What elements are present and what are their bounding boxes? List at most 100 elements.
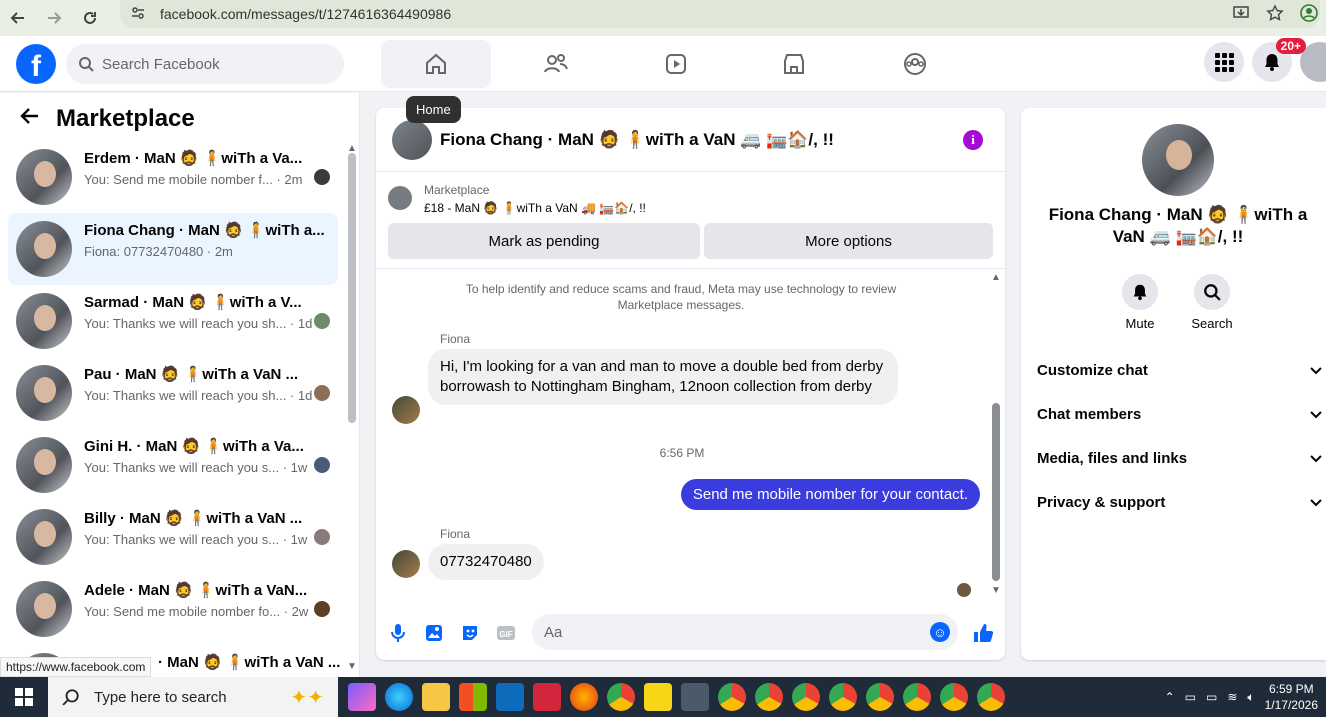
more-options-button[interactable]: More options — [704, 223, 993, 259]
chrome-icon[interactable] — [903, 683, 931, 711]
chat-panel: Fiona Chang · MaN 🧔 🧍wiTh a VaN 🚐 🏣🏠/, !… — [376, 108, 1005, 660]
chrome-icon[interactable] — [940, 683, 968, 711]
address-bar[interactable]: facebook.com/messages/t/1274616364490986 — [120, 0, 1320, 28]
chrome-icon[interactable] — [718, 683, 746, 711]
emoji-icon[interactable]: ☺ — [930, 622, 950, 642]
avatar[interactable] — [1142, 124, 1214, 196]
avatar[interactable] — [392, 120, 432, 160]
chrome-icon[interactable] — [607, 683, 635, 711]
incoming-message[interactable]: Hi, I'm looking for a van and man to mov… — [428, 349, 898, 405]
list-item[interactable]: Pau · MaN 🧔 🧍wiTh a VaN ... You: Thanks … — [8, 357, 338, 429]
meet-now-icon[interactable]: ▭ — [1185, 690, 1196, 704]
app-icon[interactable] — [533, 683, 561, 711]
edge-icon[interactable] — [385, 683, 413, 711]
chevron-down-icon — [1310, 455, 1322, 463]
wifi-icon[interactable]: ≋ — [1227, 690, 1237, 704]
video-icon — [666, 54, 686, 74]
site-info-icon[interactable] — [130, 5, 146, 24]
scroll-down-icon[interactable]: ▼ — [347, 661, 357, 672]
privacy-support-section[interactable]: Privacy & support — [1037, 480, 1323, 524]
chrome-icon[interactable] — [829, 683, 857, 711]
avatar — [16, 365, 72, 421]
avatar — [16, 149, 72, 205]
incoming-message[interactable]: 07732470480 — [428, 544, 544, 580]
mute-button[interactable]: Mute — [1110, 274, 1170, 331]
profile-icon[interactable] — [1300, 3, 1318, 25]
seen-avatar — [314, 601, 330, 617]
list-item[interactable]: Erdem · MaN 🧔 🧍wiTh a Va... You: Send me… — [8, 141, 338, 213]
notifications-button[interactable]: 20+ — [1252, 38, 1306, 82]
outlook-icon[interactable] — [496, 683, 524, 711]
facebook-logo-icon[interactable]: f — [16, 44, 56, 84]
listing-thumbnail[interactable] — [388, 186, 412, 210]
groups-tab[interactable] — [860, 40, 970, 88]
sticky-notes-icon[interactable] — [644, 683, 672, 711]
seen-avatar — [314, 169, 330, 185]
reload-icon[interactable] — [72, 0, 108, 36]
chevron-down-icon — [1310, 499, 1322, 507]
home-tab[interactable] — [381, 40, 491, 88]
file-explorer-icon[interactable] — [422, 683, 450, 711]
copilot-icon[interactable] — [348, 683, 376, 711]
seen-avatar — [314, 313, 330, 329]
photo-icon[interactable] — [423, 622, 445, 644]
back-arrow-icon[interactable] — [20, 105, 40, 133]
friends-tab[interactable] — [501, 40, 611, 88]
avatar[interactable] — [392, 550, 420, 578]
firefox-icon[interactable] — [570, 683, 598, 711]
taskbar-search-input[interactable]: Type here to search ✦✦ — [48, 677, 338, 717]
battery-icon[interactable]: ▭ — [1206, 690, 1217, 704]
windows-taskbar: Type here to search ✦✦ ⌃ ▭ ▭ ≋ 🔈︎ 6:59 P… — [0, 677, 1326, 717]
snipping-tool-icon[interactable] — [681, 683, 709, 711]
conversation-name: Erdem · MaN 🧔 🧍wiTh a Va... — [84, 150, 303, 167]
info-icon[interactable]: i — [963, 130, 983, 150]
customize-chat-section[interactable]: Customize chat — [1037, 348, 1323, 392]
chrome-icon[interactable] — [866, 683, 894, 711]
seen-avatar — [314, 529, 330, 545]
mark-as-pending-button[interactable]: Mark as pending — [388, 223, 700, 259]
chrome-icon[interactable] — [755, 683, 783, 711]
back-icon[interactable] — [0, 0, 36, 36]
marketplace-listing-bar: Marketplace £18 - MaN 🧔 🧍wiTh a VaN 🚚 🏣🏠… — [376, 172, 1005, 269]
chat-title[interactable]: Fiona Chang · MaN 🧔 🧍wiTh a VaN 🚐 🏣🏠/, !… — [440, 130, 834, 150]
volume-icon[interactable]: 🔈︎ — [1247, 690, 1254, 705]
windows-start-icon[interactable] — [0, 677, 48, 717]
chat-scroll-up-icon[interactable]: ▲ — [991, 272, 1001, 283]
conversation-name: Billy · MaN 🧔 🧍wiTh a VaN ... — [84, 510, 303, 527]
bookmark-star-icon[interactable] — [1266, 3, 1284, 25]
menu-button[interactable] — [1204, 42, 1244, 82]
list-item[interactable]: Gini H. · MaN 🧔 🧍wiTh a Va... You: Thank… — [8, 429, 338, 501]
store-icon[interactable] — [459, 683, 487, 711]
list-item[interactable]: Adele · MaN 🧔 🧍wiTh a VaN... You: Send m… — [8, 573, 338, 645]
avatar[interactable] — [392, 396, 420, 424]
chrome-icon[interactable] — [977, 683, 1005, 711]
install-app-icon[interactable] — [1232, 4, 1250, 25]
chat-members-section[interactable]: Chat members — [1037, 392, 1323, 436]
chat-scroll-down-icon[interactable]: ▼ — [991, 585, 1001, 596]
search-facebook-input[interactable]: Search Facebook — [66, 44, 344, 84]
thumbs-up-icon[interactable] — [972, 622, 994, 644]
listing-title[interactable]: £18 - MaN 🧔 🧍wiTh a VaN 🚚 🏣🏠/, !! — [424, 201, 646, 215]
gif-icon[interactable]: GIF — [495, 622, 517, 644]
system-clock[interactable]: 6:59 PM 1/17/2026 — [1265, 681, 1318, 713]
chrome-icon[interactable] — [792, 683, 820, 711]
forward-icon[interactable] — [36, 0, 72, 36]
sidebar-scrollbar[interactable] — [348, 153, 356, 423]
message-input[interactable]: Aa ☺ — [532, 614, 958, 650]
media-files-links-section[interactable]: Media, files and links — [1037, 436, 1323, 480]
sticker-icon[interactable] — [459, 622, 481, 644]
list-item[interactable]: Sarmad · MaN 🧔 🧍wiTh a V... You: Thanks … — [8, 285, 338, 357]
conversation-preview: You: Send me mobile nomber f... · 2m — [84, 172, 303, 187]
svg-text:GIF: GIF — [499, 630, 512, 639]
marketplace-tab[interactable] — [739, 40, 849, 88]
taskbar-search-placeholder: Type here to search — [94, 688, 227, 706]
list-item[interactable]: Fiona Chang · MaN 🧔 🧍wiTh a... Fiona: 07… — [8, 213, 338, 285]
video-tab[interactable] — [621, 40, 731, 88]
microphone-icon[interactable] — [387, 622, 409, 644]
show-hidden-icons-icon[interactable]: ⌃ — [1165, 690, 1175, 704]
list-item[interactable]: Billy · MaN 🧔 🧍wiTh a VaN ... You: Thank… — [8, 501, 338, 573]
outgoing-message[interactable]: Send me mobile nomber for your contact. — [680, 479, 980, 510]
search-conversation-button[interactable]: Search — [1182, 274, 1242, 331]
groups-icon — [904, 53, 926, 75]
chat-scrollbar[interactable] — [992, 403, 1000, 581]
